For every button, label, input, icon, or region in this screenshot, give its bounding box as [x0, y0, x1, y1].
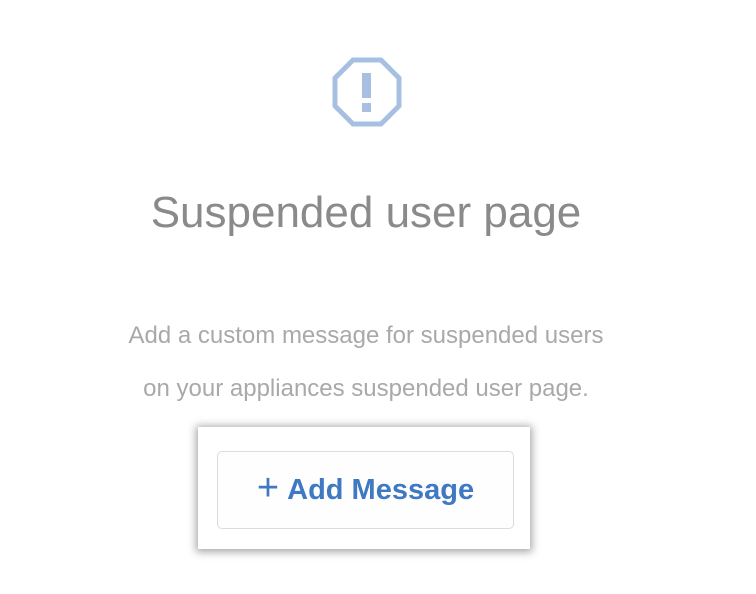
add-message-label: Add Message — [287, 473, 475, 506]
alert-octagon-icon — [332, 57, 402, 127]
plus-icon: + — [256, 467, 280, 509]
description-line: Add a custom message for suspended users — [128, 322, 604, 349]
description: Add a custom message for suspended users… — [0, 309, 732, 415]
add-message-button[interactable]: + Add Message — [217, 451, 514, 529]
highlight-callout: + Add Message — [198, 427, 530, 549]
description-line: on your appliances suspended user page. — [143, 375, 589, 402]
page-title: Suspended user page — [150, 188, 582, 237]
